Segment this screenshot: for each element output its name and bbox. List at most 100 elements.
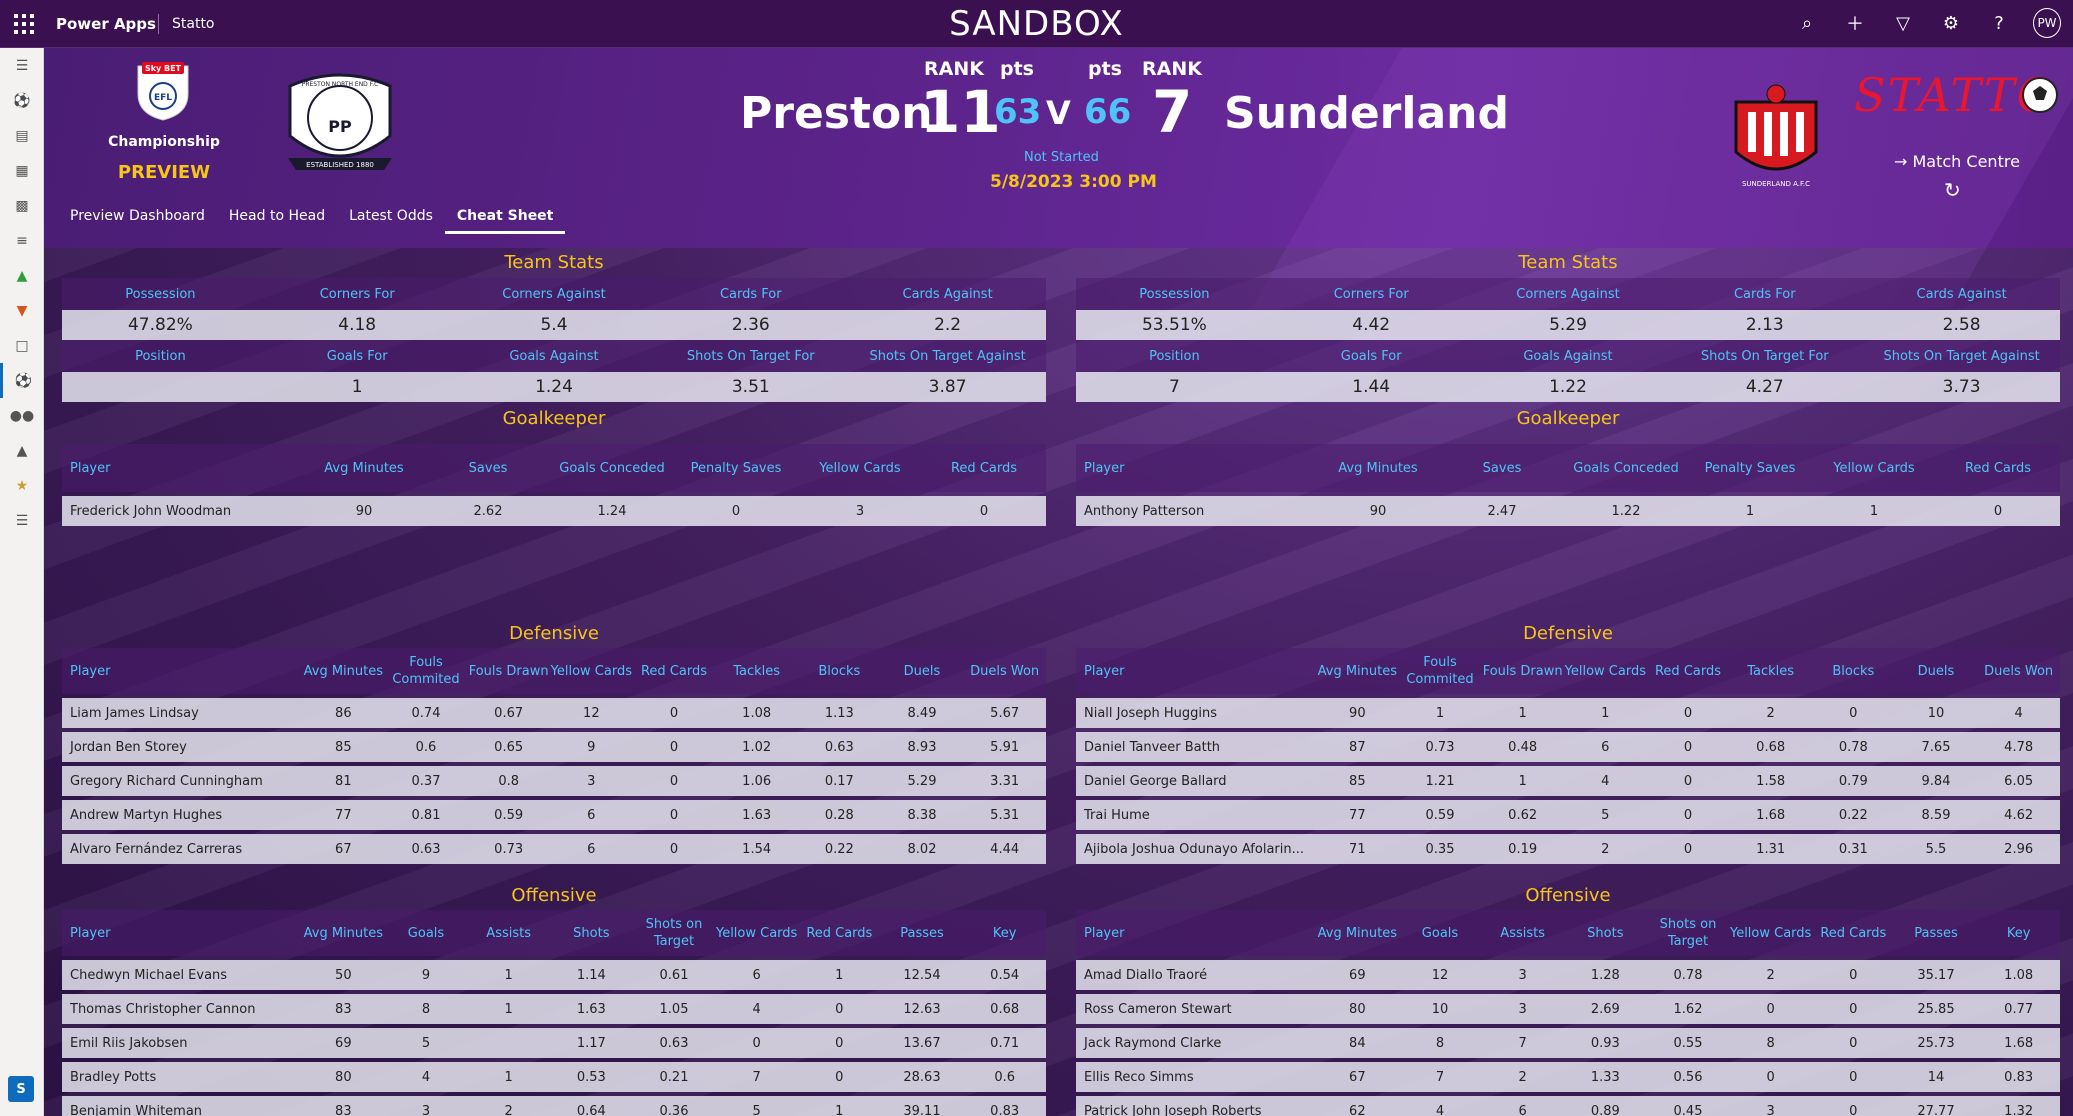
plus-icon[interactable]: ＋ <box>1841 8 1869 38</box>
table-cell: 0.45 <box>1673 1103 1703 1116</box>
table-row[interactable]: Liam James Lindsay 86 0.74 0.67 12 0 1.08 1.13 8… <box>62 698 1046 728</box>
competition-label: Championship <box>108 134 220 150</box>
table-cell: 1 <box>1745 503 1755 519</box>
list-icon[interactable]: ≡ <box>0 223 44 258</box>
column-header: Saves <box>468 460 508 476</box>
column-header: Fouls Commited <box>392 655 460 687</box>
table-cell: 25.85 <box>1917 1001 1955 1017</box>
arrow-up-circle-icon[interactable]: ▲ <box>0 258 44 293</box>
column-header: Avg Minutes <box>324 460 404 476</box>
help-icon[interactable]: ? <box>1985 8 2013 38</box>
table-cell: 0 <box>669 773 679 789</box>
sunderland-logo: SUNDERLAND A.F.C <box>1734 84 1818 188</box>
refresh-icon[interactable]: ↻ <box>1944 178 1961 202</box>
match-centre-link[interactable]: → Match Centre <box>1894 152 2020 171</box>
table-cell: 0 <box>1849 1103 1858 1116</box>
table-cell: 0.62 <box>1508 807 1538 823</box>
hamburger-icon[interactable]: ☰ <box>0 48 44 83</box>
stat-value: 2.58 <box>1942 315 1981 335</box>
offensive-header-row: Player Avg Minutes Goals Assists Shots Shots … <box>62 910 1046 956</box>
football-icon[interactable]: ⚽ <box>0 83 44 118</box>
arrow-down-circle-icon[interactable]: ▼ <box>0 293 44 328</box>
table-row[interactable]: Thomas Christopher Cannon 83 8 1 1.63 1.05 4 0 1… <box>62 994 1046 1024</box>
table-row[interactable]: Emil Riis Jakobsen 69 5 1.17 0.63 0 0 13.67 0.71 <box>62 1028 1046 1058</box>
table-row[interactable]: Jordan Ben Storey 85 0.6 0.65 9 0 1.02 0.63 8.93… <box>62 732 1046 762</box>
table-row[interactable]: Amad Diallo Traoré 69 12 3 1.28 0.78 2 0 35.17 1.… <box>1076 960 2060 990</box>
table-cell: 2.47 <box>1487 503 1517 519</box>
s-icon[interactable]: S <box>8 1076 34 1102</box>
stat-value: 4.27 <box>1745 377 1784 397</box>
table-cell: 0.89 <box>1590 1103 1620 1116</box>
table-cell: 6 <box>752 967 761 983</box>
home-pts-label: pts <box>1000 58 1034 80</box>
trophy-icon[interactable]: ★ <box>0 468 44 503</box>
table-row[interactable]: Trai Hume 77 0.59 0.62 5 0 1.68 0.22 8.59 4.62 <box>1076 800 2060 830</box>
table-cell: 7 <box>1518 1035 1527 1051</box>
defensive-table: Player Avg Minutes Fouls Commited Fouls Dra… <box>62 648 1046 864</box>
table-cell: 6 <box>587 807 596 823</box>
column-header: Duels <box>903 663 941 679</box>
table-cell: 2 <box>504 1103 513 1116</box>
column-header: Player <box>1084 925 1125 941</box>
table-cell: 2 <box>1601 841 1610 857</box>
stat-header: Shots On Target For <box>1700 348 1829 364</box>
table-row[interactable]: Anthony Patterson 90 2.47 1.22 1 1 0 <box>1076 496 2060 526</box>
ball-icon[interactable]: ⚽ <box>0 363 44 398</box>
goalkeeper-title: Goalkeeper <box>502 408 606 429</box>
gear-icon[interactable]: ⚙ <box>1937 8 1965 38</box>
column-header: Red Cards <box>950 460 1017 476</box>
team-icon[interactable]: ●● <box>0 398 44 433</box>
table-row[interactable]: Daniel Tanveer Batth 87 0.73 0.48 6 0 0.68 0.78… <box>1076 732 2060 762</box>
grid-icon[interactable]: ▩ <box>0 188 44 223</box>
table-cell: 0.37 <box>411 773 441 789</box>
list-numbered-icon[interactable]: ☰ <box>0 503 44 538</box>
table-cell: 8 <box>421 1001 431 1017</box>
table-row[interactable]: Gregory Richard Cunningham 81 0.37 0.8 3 0 1.0… <box>62 766 1046 796</box>
column-header: Red Cards <box>806 925 873 941</box>
tab-preview-dashboard[interactable]: Preview Dashboard <box>58 202 217 234</box>
team-stats-title: Team Stats <box>504 252 604 273</box>
avatar[interactable]: PW <box>2033 8 2061 38</box>
table-cell: 8.49 <box>907 705 937 721</box>
table-cell: 9.84 <box>1921 773 1951 789</box>
column-header: Key <box>992 925 1017 941</box>
calendar-icon[interactable]: ▦ <box>0 153 44 188</box>
table-row[interactable]: Ajibola Joshua Odunayo Afolarin... 71 0.35… <box>1076 834 2060 864</box>
table-row[interactable]: Daniel George Ballard 85 1.21 1 4 0 1.58 0.79 9.… <box>1076 766 2060 796</box>
table-row[interactable]: Niall Joseph Huggins 90 1 1 1 0 2 0 10 4 <box>1076 698 2060 728</box>
stat-header: Cards For <box>1733 286 1796 302</box>
table-row[interactable]: Patrick John Joseph Roberts 62 4 6 0.89 0.45 3… <box>1076 1096 2060 1116</box>
column-header: Yellow Cards <box>1729 925 1812 941</box>
table-row[interactable]: Chedwyn Michael Evans 50 9 1 1.14 0.61 6 1 12.54… <box>62 960 1046 990</box>
table-row[interactable]: Bradley Potts 80 4 1 0.53 0.21 7 0 28.63 0.6 <box>62 1062 1046 1092</box>
search-icon[interactable]: ⌕ <box>1793 8 1821 38</box>
table-cell: 7 <box>1435 1069 1445 1085</box>
player-name: Ross Cameron Stewart <box>1084 1001 1232 1017</box>
kickoff-time: 5/8/2023 3:00 PM <box>990 172 1157 192</box>
table-cell: 0.63 <box>659 1035 689 1051</box>
table-cell: 0 <box>1849 967 1858 983</box>
tab-cheat-sheet[interactable]: Cheat Sheet <box>444 202 566 234</box>
svg-text:SUNDERLAND A.F.C: SUNDERLAND A.F.C <box>1742 180 1810 188</box>
table-row[interactable]: Ellis Reco Simms 67 7 2 1.33 0.56 0 0 14 0.83 <box>1076 1062 2060 1092</box>
championship-logo: Sky BET EFL <box>137 62 189 121</box>
table-row[interactable]: Andrew Martyn Hughes 77 0.81 0.59 6 0 1.63 0.28… <box>62 800 1046 830</box>
stat-value: 4.42 <box>1352 315 1391 335</box>
table-row[interactable]: Jack Raymond Clarke 84 8 7 0.93 0.55 8 0 25.73 1.… <box>1076 1028 2060 1058</box>
player-name: Gregory Richard Cunningham <box>70 773 263 789</box>
column-header: Goals Conceded <box>559 460 665 476</box>
table-cell: 0 <box>1849 1001 1858 1017</box>
player-icon[interactable]: ▲ <box>0 433 44 468</box>
filter-icon[interactable]: ▽ <box>1889 8 1917 38</box>
bus-icon[interactable]: □ <box>0 328 44 363</box>
table-row[interactable]: Álvaro Fernández Carreras 67 0.63 0.73 6 0 1.5… <box>62 834 1046 864</box>
table-row[interactable]: Ross Cameron Stewart 80 10 3 2.69 1.62 0 0 25.85… <box>1076 994 2060 1024</box>
table-cell: 83 <box>335 1103 352 1116</box>
table-row[interactable]: Frederick John Woodman 90 2.62 1.24 0 3 0 <box>62 496 1046 526</box>
table-cell: 9 <box>421 967 431 983</box>
database-icon[interactable]: ▤ <box>0 118 44 153</box>
tab-latest-odds[interactable]: Latest Odds <box>337 202 445 234</box>
table-cell: 80 <box>335 1069 352 1085</box>
table-row[interactable]: Benjamin Whiteman 83 3 2 0.64 0.36 5 1 39.11 0.83 <box>62 1096 1046 1116</box>
tab-head-to-head[interactable]: Head to Head <box>217 202 337 234</box>
